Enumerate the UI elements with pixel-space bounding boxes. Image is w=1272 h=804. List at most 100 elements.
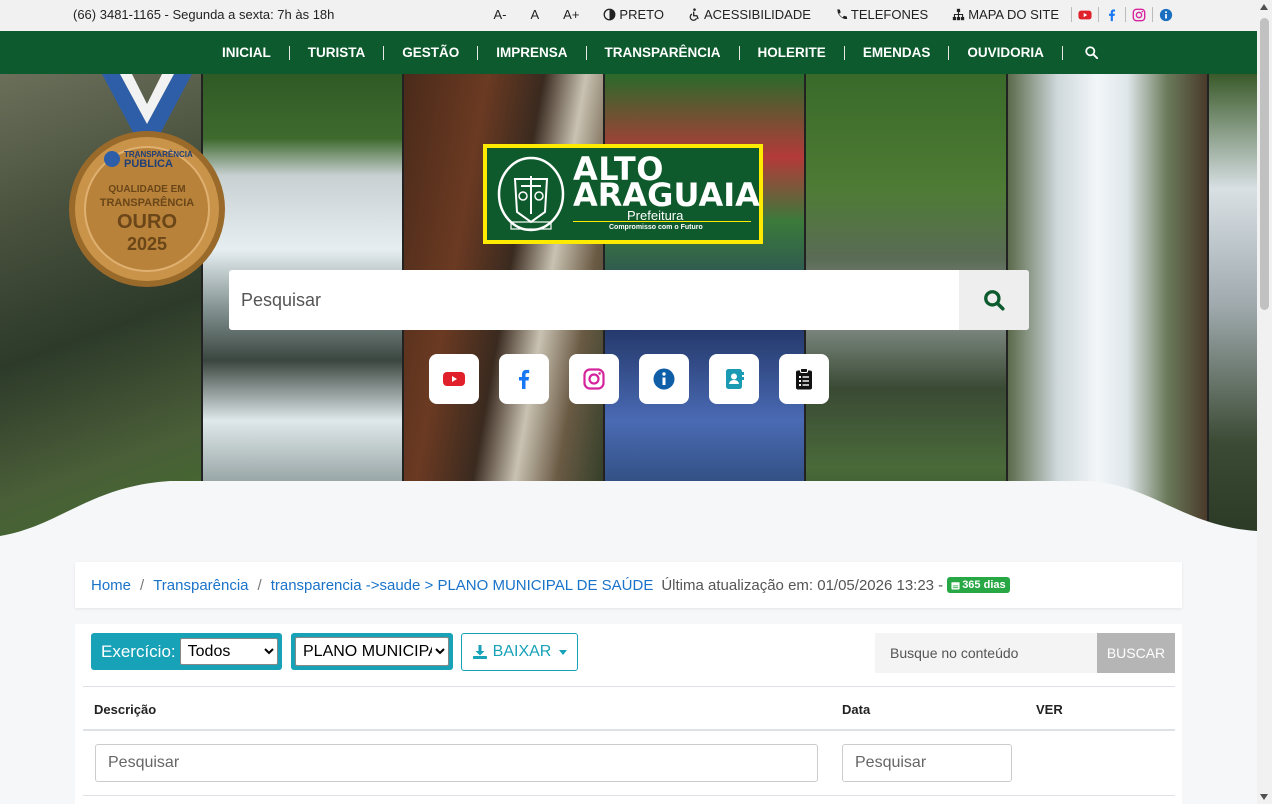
quick-info-button[interactable]: [639, 354, 689, 404]
last-updated: Última atualização em: 01/05/2026 13:23 …: [661, 576, 944, 594]
info-link[interactable]: [1152, 7, 1179, 22]
instagram-link[interactable]: [1125, 7, 1152, 22]
column-ver[interactable]: VER: [1036, 702, 1063, 717]
font-normal-button[interactable]: A: [518, 7, 551, 22]
phones-button[interactable]: TELEFONES: [823, 7, 940, 22]
column-data[interactable]: Data: [842, 702, 870, 717]
sitemap-icon: [953, 8, 965, 21]
content-card: Exercício: Todos PLANO MUNICIPAL BAIXAR …: [75, 624, 1182, 804]
sitemap-button[interactable]: MAPA DO SITE: [940, 7, 1071, 22]
exercicio-select[interactable]: Todos: [179, 638, 278, 665]
table-header: Descrição Data VER: [83, 686, 1175, 731]
facebook-link[interactable]: [1098, 7, 1125, 22]
wheelchair-icon: [689, 8, 699, 21]
nav-item-gestao[interactable]: GESTÃO: [384, 45, 479, 60]
clipboard-icon: [796, 368, 812, 390]
search-icon: [984, 290, 1005, 311]
hero-photo-7: [1209, 74, 1257, 536]
info-icon: [1159, 8, 1173, 21]
top-bar: (66) 3481-1165 - Segunda a sexta: 7h às …: [0, 0, 1257, 31]
font-increase-button[interactable]: A+: [551, 7, 591, 22]
exercicio-label: Exercício:: [101, 641, 176, 661]
download-icon: [472, 645, 487, 659]
nav-item-transparencia[interactable]: TRANSPARÊNCIA: [587, 45, 740, 60]
contrast-icon: [603, 8, 616, 21]
filter-descricao-input[interactable]: [95, 744, 818, 782]
scroll-thumb[interactable]: [1260, 18, 1269, 310]
facebook-icon: [1109, 8, 1116, 21]
download-button[interactable]: BAIXAR: [461, 633, 578, 671]
quick-facebook-button[interactable]: [499, 354, 549, 404]
breadcrumb-separator: /: [140, 576, 145, 594]
quick-clipboard-button[interactable]: [779, 354, 829, 404]
transparency-medal: TRANSPARÊNCIA PÚBLICA QUALIDADE EM TRANS…: [69, 74, 225, 287]
quick-contacts-button[interactable]: [709, 354, 759, 404]
breadcrumb-transparencia[interactable]: Transparência: [153, 577, 248, 594]
scroll-down-icon[interactable]: [1260, 794, 1268, 800]
hero-photo-6: [1008, 74, 1209, 536]
instagram-icon: [1132, 8, 1146, 21]
logo-divider: [573, 221, 751, 222]
nav-item-emendas[interactable]: EMENDAS: [845, 45, 950, 60]
medal-line-3: QUALIDADE EM: [108, 184, 185, 195]
nav-item-holerite[interactable]: HOLERITE: [740, 45, 845, 60]
info-icon: [653, 368, 675, 390]
category-filter: PLANO MUNICIPAL: [291, 633, 453, 670]
accessibility-button[interactable]: ACESSIBILIDADE: [676, 7, 823, 22]
sitemap-label: MAPA DO SITE: [968, 7, 1059, 22]
column-descricao[interactable]: Descrição: [94, 702, 156, 717]
filter-data-input[interactable]: [842, 744, 1012, 782]
category-select[interactable]: PLANO MUNICIPAL: [295, 637, 449, 666]
content-search-input[interactable]: [875, 633, 1097, 673]
youtube-icon: [1078, 10, 1092, 19]
hero-search-button[interactable]: [959, 270, 1029, 330]
quick-youtube-button[interactable]: [429, 354, 479, 404]
main-nav: INICIAL TURISTA GESTÃO IMPRENSA TRANSPAR…: [0, 31, 1257, 74]
calendar-icon: [951, 581, 960, 590]
contrast-label: PRETO: [619, 7, 664, 22]
accessibility-tools: A- A A+ PRETO ACESSIBILIDADE TELEFONES M…: [481, 7, 1179, 22]
breadcrumb-home[interactable]: Home: [91, 577, 131, 594]
nav-item-ouvidoria[interactable]: OUVIDORIA: [949, 45, 1063, 60]
phone-icon: [837, 9, 848, 20]
caret-down-icon: [559, 649, 568, 655]
breadcrumb-current[interactable]: transparencia ->saude > PLANO MUNICIPAL …: [271, 577, 654, 594]
font-decrease-button[interactable]: A-: [481, 7, 518, 22]
exercicio-filter: Exercício: Todos: [91, 633, 282, 670]
download-label: BAIXAR: [492, 643, 552, 660]
city-crest-icon: [497, 156, 565, 232]
nav-search-button[interactable]: [1063, 46, 1116, 59]
city-logo[interactable]: ALTO ARAGUAIA Prefeitura Compromisso com…: [483, 144, 763, 244]
hero-banner: TRANSPARÊNCIA PÚBLICA QUALIDADE EM TRANS…: [0, 74, 1257, 536]
breadcrumb: Home / Transparência / transparencia ->s…: [75, 562, 1182, 608]
medal-line-5: OURO: [117, 211, 177, 233]
contacts-icon: [726, 369, 744, 389]
nav-item-imprensa[interactable]: IMPRENSA: [478, 45, 587, 60]
quick-instagram-button[interactable]: [569, 354, 619, 404]
hero-wave-divider: [0, 481, 1257, 536]
medal-line-4: TRANSPARÊNCIA: [100, 196, 195, 209]
facebook-icon: [519, 369, 530, 389]
hero-search-input[interactable]: [229, 270, 959, 330]
nav-item-turista[interactable]: TURISTA: [290, 45, 385, 60]
youtube-icon: [443, 372, 465, 386]
days-badge: 365 dias: [947, 577, 1010, 593]
medal-line-6: 2025: [127, 234, 167, 254]
contact-info: (66) 3481-1165 - Segunda a sexta: 7h às …: [73, 7, 335, 22]
search-icon: [1085, 46, 1098, 59]
table-filter-row: [83, 731, 1175, 796]
page-scrollbar[interactable]: [1257, 0, 1272, 804]
quick-links: [429, 354, 829, 404]
logo-slogan: Compromisso com o Futuro: [609, 224, 703, 231]
contrast-button[interactable]: PRETO: [591, 7, 676, 22]
medal-line-2: PÚBLICA: [124, 157, 173, 170]
logo-title-line-2: ARAGUAIA: [573, 176, 760, 214]
breadcrumb-separator: /: [257, 576, 262, 594]
hero-search: [229, 270, 1029, 330]
scroll-up-icon[interactable]: [1260, 4, 1268, 10]
days-badge-label: 365 dias: [962, 579, 1006, 591]
content-search: BUSCAR: [875, 633, 1175, 673]
nav-item-inicial[interactable]: INICIAL: [204, 45, 290, 60]
youtube-link[interactable]: [1071, 7, 1098, 22]
content-search-button[interactable]: BUSCAR: [1097, 633, 1175, 673]
